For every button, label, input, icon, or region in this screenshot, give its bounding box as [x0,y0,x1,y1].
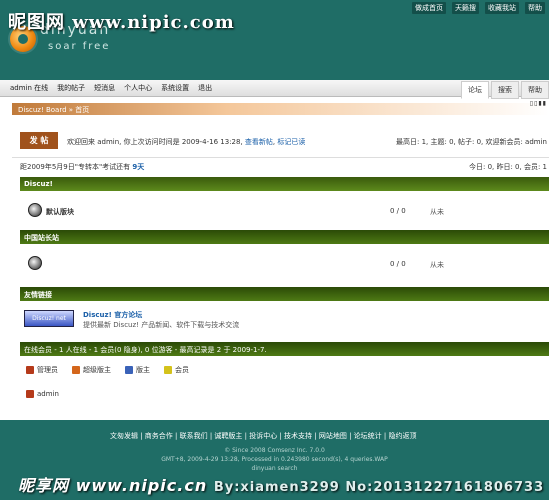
top-link-help[interactable]: 帮助 [525,2,545,14]
mark-read-link[interactable]: 标记已读 [277,138,305,146]
legend-super-mod: 超级版主 [72,365,111,375]
forum-name[interactable]: 默认版块 [46,207,74,217]
link-title[interactable]: Discuz! 官方论坛 [83,310,142,320]
forum-row: 0 / 0 从未 [20,252,549,276]
header: 做成首页 天籁搜 收藏我站 帮助 dinyuan soar free 昵图网 w… [0,0,549,80]
top-link-favorite[interactable]: 收藏我站 [485,2,519,14]
link-description: 提供最新 Discuz! 产品新闻、软件下载与技术交流 [83,321,240,329]
top-links: 做成首页 天籁搜 收藏我站 帮助 [412,2,545,14]
menu-my-posts[interactable]: 我的帖子 [57,83,85,93]
forum-last-post: 从未 [430,261,444,269]
tab-forum[interactable]: 论坛 [461,81,489,99]
user-menubar: admin 在线 我的帖子 短消息 个人中心 系统设置 退出 论坛 搜索 帮助 [0,80,549,99]
menu-profile[interactable]: 个人中心 [124,83,152,93]
moderator-icon [125,366,133,374]
watermark-bottom: 昵享网 www.nipic.cn By:xiamen3299 No:201312… [18,472,544,496]
menu-logout[interactable]: 退出 [198,83,212,93]
footer-small: dinyuan search [251,465,298,472]
forum-counts: 0 / 0 [390,260,406,268]
footer-copyright: © Since 2008 Comsenz Inc. 7.0.0 [224,447,325,454]
today-stats: 今日: 0, 昨日: 0, 会员: 1 [468,163,547,171]
forum-last-post: 从未 [430,208,444,216]
watermark-bottom-by: By:xiamen3299 No:20131227161806733 [213,480,545,495]
tab-search[interactable]: 搜索 [491,81,519,99]
footer-links[interactable]: 文匆发辑 | 商务合作 | 联系我们 | 诚聘版主 | 投诉中心 | 技术支持 … [110,431,416,441]
legend-admin: 管理员 [26,365,58,375]
member-icon [164,366,172,374]
forum-stats: 最高日: 1, 主题: 0, 帖子: 0, 欢迎新会员: admin [396,138,547,146]
new-post-button[interactable]: 发 帖 [20,132,58,149]
discuz-logo-link[interactable]: Discuz! net [24,310,74,327]
top-link-home[interactable]: 做成首页 [412,2,446,14]
countdown-text: 距2009年5月9日"专转本"考试还有 [20,163,131,171]
view-switch-icons[interactable]: ▯▯▮▮ [530,100,547,107]
forum-status-icon [28,203,42,217]
exam-countdown: 距2009年5月9日"专转本"考试还有 9天 [20,162,144,172]
menu-messages[interactable]: 短消息 [94,83,115,93]
countdown-days: 9天 [132,163,145,171]
view-new-posts-link[interactable]: 查看新帖 [245,138,273,146]
welcome-message: 欢迎回来 admin, 你上次访问时间是 2009-4-16 13:28, 查看… [67,138,306,146]
top-link-search[interactable]: 天籁搜 [452,2,479,14]
tab-help[interactable]: 帮助 [521,81,549,99]
legend-mod: 版主 [125,365,150,375]
breadcrumb-text[interactable]: Discuz! Board » 首页 [18,105,89,115]
forum-status-icon [28,256,42,270]
footer-processed: GMT+8, 2009-4-29 13:28, Processed in 0.2… [161,456,388,463]
section-header-webmaster[interactable]: 中国站长站 [20,230,549,244]
admin-icon [26,366,34,374]
admin-icon [26,390,34,398]
member-legend: 管理员 超级版主 版主 会员 [26,365,189,375]
online-user-name[interactable]: admin [37,390,59,398]
menu-settings[interactable]: 系统设置 [161,83,189,93]
super-moderator-icon [72,366,80,374]
current-user[interactable]: admin 在线 [10,83,48,93]
watermark-bottom-main: 昵享网 www.nipic.cn [18,476,208,495]
logo-slogan: soar free [48,41,111,52]
legend-member: 会员 [164,365,189,375]
forum-counts: 0 / 0 [390,207,406,215]
divider [12,157,549,158]
watermark-top: 昵图网 www.nipic.com [8,12,235,33]
section-header-discuz[interactable]: Discuz! [20,177,549,191]
breadcrumb: Discuz! Board » 首页 [12,103,549,115]
online-user: admin [26,390,59,398]
online-members-bar[interactable]: 在线会员 - 1 人在线 - 1 会员(0 隐身), 0 位游客 - 最高记录是… [20,342,549,356]
section-header-links[interactable]: 友情链接 [20,287,549,301]
forum-row: 默认版块 0 / 0 从未 [20,199,549,223]
welcome-text: 欢迎回来 admin, 你上次访问时间是 2009-4-16 13:28, [67,138,243,146]
